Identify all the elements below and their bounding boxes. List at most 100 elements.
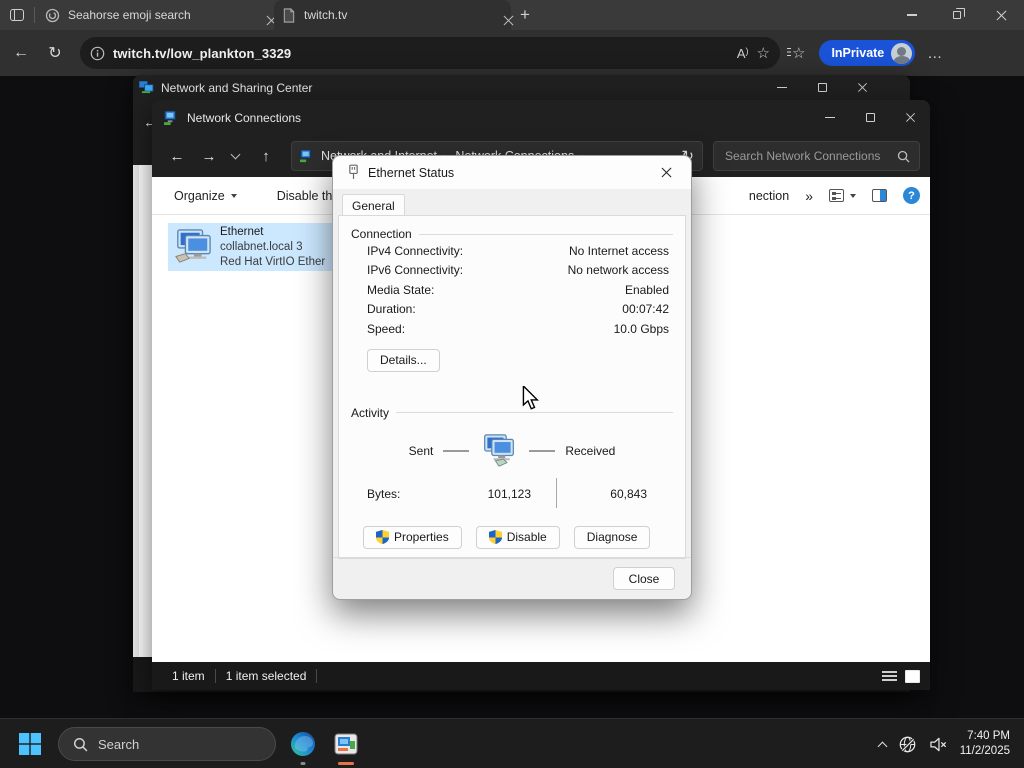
- taskbar: Search 7:40 PM 11/2/2025: [0, 718, 1024, 768]
- nsc-close-button[interactable]: [842, 75, 882, 100]
- browser-tab-bar: Seahorse emoji search twitch.tv +: [0, 0, 1024, 30]
- details-view-icon[interactable]: [882, 670, 897, 683]
- connection-network: collabnet.local 3: [220, 240, 303, 253]
- bytes-sent-value: 101,123: [487, 486, 531, 501]
- tab-title: twitch.tv: [304, 8, 348, 22]
- organize-label: Organize: [174, 188, 225, 203]
- bytes-received-value: 60,843: [610, 486, 647, 501]
- browser-menu-button[interactable]: …: [927, 45, 943, 62]
- clock-date: 11/2/2025: [959, 745, 1010, 757]
- nc-minimize-button[interactable]: [810, 100, 850, 135]
- row-value: No network access: [567, 263, 669, 278]
- taskbar-edge-button[interactable]: [288, 728, 318, 765]
- nc-window-title: Network Connections: [187, 110, 302, 125]
- toolbar-overflow-icon[interactable]: »: [805, 188, 813, 204]
- large-icons-view-icon[interactable]: [905, 669, 920, 683]
- ethernet-connection-item[interactable]: Ethernet collabnet.local 3 Red Hat VirtI…: [168, 223, 340, 271]
- start-button[interactable]: [16, 730, 44, 758]
- workspace-icon: [10, 9, 24, 21]
- dialog-tab-strip: General: [333, 189, 691, 216]
- uac-shield-icon: [488, 530, 502, 544]
- disable-button[interactable]: Disable: [475, 525, 560, 549]
- bytes-label: Bytes:: [367, 486, 401, 501]
- search-input[interactable]: [723, 148, 891, 164]
- tray-expand-icon[interactable]: [877, 741, 888, 751]
- favorite-star-icon[interactable]: ☆: [757, 44, 770, 62]
- browser-refresh-button[interactable]: ↻: [38, 43, 72, 63]
- search-icon: [73, 737, 88, 751]
- nc-status-bar: 1 item 1 item selected: [152, 662, 930, 690]
- row-label: Speed:: [367, 321, 406, 336]
- taskbar-clock[interactable]: 7:40 PM 11/2/2025: [960, 729, 1010, 759]
- new-tab-button[interactable]: +: [511, 5, 539, 25]
- profile-avatar: [891, 42, 913, 64]
- divider: [34, 7, 35, 23]
- properties-button[interactable]: Properties: [363, 525, 462, 549]
- nc-close-button[interactable]: [890, 100, 930, 135]
- browser-close-button[interactable]: [979, 0, 1024, 30]
- uac-shield-icon: [376, 530, 389, 544]
- change-view-button[interactable]: [829, 189, 856, 202]
- connection-group-label: Connection: [351, 227, 412, 241]
- favorites-bar-icon[interactable]: ☆: [786, 44, 805, 62]
- taskbar-network-connections-button[interactable]: [331, 728, 361, 765]
- system-tray: 7:40 PM 11/2/2025: [877, 719, 1024, 768]
- rename-connection-label[interactable]: nection: [749, 189, 789, 203]
- search-icon[interactable]: [897, 150, 910, 163]
- no-internet-globe-icon[interactable]: [898, 735, 917, 754]
- nav-forward-button[interactable]: →: [194, 148, 224, 165]
- taskbar-search-label: Search: [98, 736, 140, 752]
- taskbar-search-box[interactable]: Search: [58, 727, 276, 761]
- selected-count: 1 item selected: [225, 669, 307, 683]
- sent-label: Sent: [408, 443, 434, 458]
- connection-adapter: Red Hat VirtIO Ether: [220, 255, 326, 268]
- dialog-footer: Close: [333, 557, 691, 599]
- tab-actions-button[interactable]: [0, 9, 34, 21]
- preview-pane-icon[interactable]: [872, 189, 887, 202]
- address-bar[interactable]: twitch.tv/low_plankton_3329 A) ☆: [80, 37, 780, 69]
- browser-back-button[interactable]: ←: [4, 44, 38, 62]
- breadcrumb-location-icon: [300, 149, 311, 162]
- inprivate-badge[interactable]: InPrivate: [819, 40, 916, 66]
- connection-name: Ethernet: [220, 225, 264, 238]
- general-tab-page: Connection IPv4 Connectivity: No Internet…: [338, 215, 686, 559]
- speaker-muted-icon[interactable]: [929, 736, 948, 753]
- row-value: 00:07:42: [622, 302, 669, 317]
- close-button[interactable]: Close: [613, 567, 675, 590]
- nsc-maximize-button[interactable]: [802, 75, 842, 100]
- nsc-title-bar[interactable]: Network and Sharing Center: [133, 75, 910, 100]
- read-aloud-icon[interactable]: A): [737, 46, 749, 61]
- diagnose-button[interactable]: Diagnose: [573, 525, 651, 549]
- nav-back-button[interactable]: ←: [162, 148, 192, 165]
- received-label: Received: [565, 443, 616, 458]
- sent-link-line: [443, 449, 470, 452]
- recent-locations-icon[interactable]: [230, 149, 241, 160]
- nc-title-bar[interactable]: Network Connections: [152, 100, 930, 135]
- network-connections-taskbar-icon: [334, 733, 358, 755]
- received-link-line: [529, 449, 556, 452]
- ethernet-status-dialog: Ethernet Status General Connection IPv4 …: [332, 155, 692, 600]
- browser-tab-seahorse[interactable]: Seahorse emoji search: [37, 0, 274, 30]
- seahorse-tab-favicon: [45, 8, 60, 22]
- row-value: Enabled: [624, 282, 669, 297]
- site-info-icon[interactable]: [90, 46, 105, 61]
- tab-general[interactable]: General: [342, 194, 405, 216]
- help-icon[interactable]: ?: [903, 187, 920, 204]
- browser-restore-button[interactable]: [934, 0, 979, 30]
- details-button[interactable]: Details...: [367, 348, 440, 372]
- network-connections-icon: [164, 110, 176, 125]
- nc-maximize-button[interactable]: [850, 100, 890, 135]
- dialog-title-bar[interactable]: Ethernet Status: [333, 156, 691, 189]
- inprivate-label: InPrivate: [831, 46, 885, 60]
- url-text[interactable]: twitch.tv/low_plankton_3329: [113, 46, 729, 61]
- nsc-minimize-button[interactable]: [762, 75, 802, 100]
- browser-minimize-button[interactable]: [889, 0, 934, 30]
- browser-tab-twitch[interactable]: twitch.tv: [274, 0, 511, 30]
- activity-group-label: Activity: [351, 405, 390, 420]
- nav-up-button[interactable]: ↑: [251, 148, 281, 165]
- network-sharing-center-icon: [139, 81, 154, 94]
- row-value: 10.0 Gbps: [613, 321, 669, 336]
- search-box[interactable]: [713, 141, 920, 171]
- dialog-close-button[interactable]: [651, 156, 681, 189]
- organize-menu[interactable]: Organize: [174, 189, 237, 203]
